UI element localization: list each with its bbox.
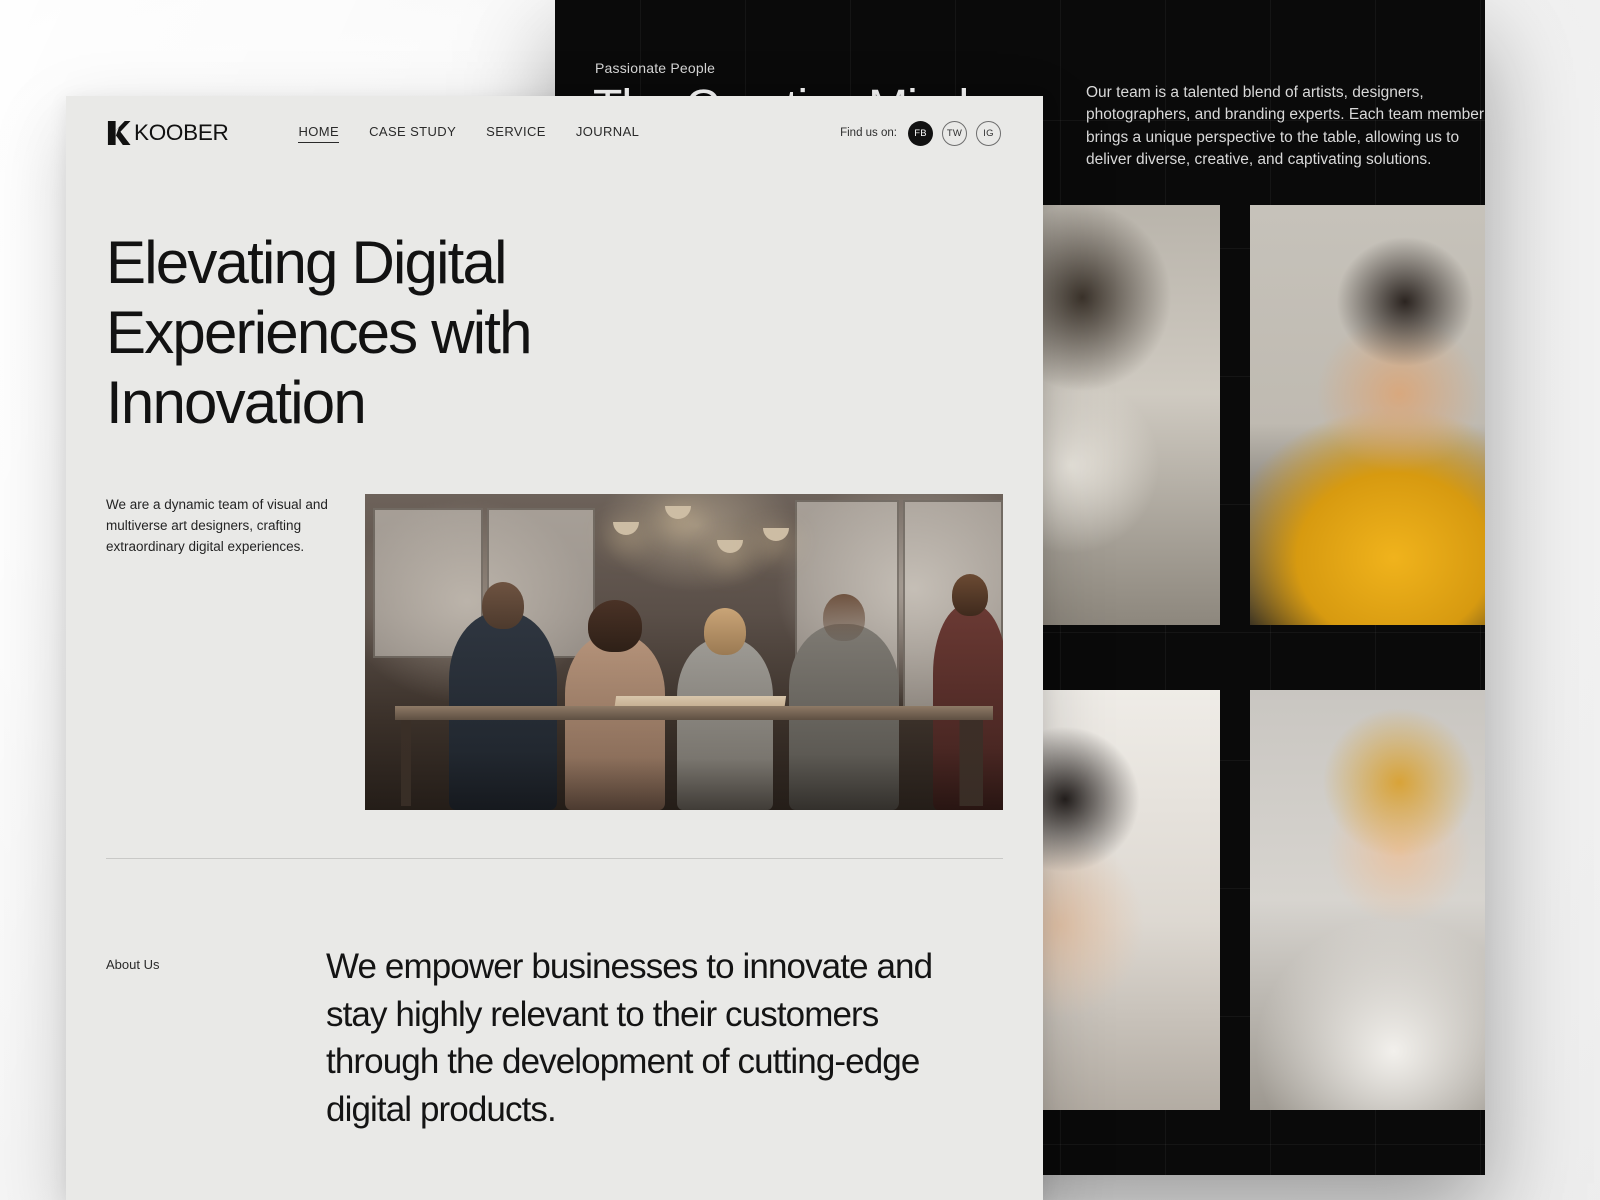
team-member-card[interactable]: Simon Fay Developer [1250, 690, 1485, 1110]
office-meeting-scene [364, 493, 1003, 810]
facebook-icon[interactable]: FB [908, 120, 933, 146]
hero-section: Elevating Digital Experiences with Innov… [66, 170, 1043, 859]
instagram-icon[interactable]: IG [976, 120, 1001, 146]
hero-copy: We are a dynamic team of visual and mult… [106, 496, 328, 554]
team-member-photo [1250, 205, 1485, 625]
find-us-label: Find us on: [840, 127, 897, 139]
site-header: KOOBER HOME CASE STUDY SERVICE JOURNAL F… [66, 96, 1043, 170]
team-panel-body: Our team is a talented blend of artists,… [1086, 84, 1485, 168]
team-member-name: Simon Fay [1250, 1109, 1485, 1110]
scene-table [394, 705, 993, 720]
brand-name: KOOBER [134, 120, 229, 145]
about-section: About Us We empower businesses to innova… [66, 859, 1043, 1135]
twitter-icon[interactable]: TW [942, 120, 967, 146]
nav-link-case-study[interactable]: CASE STUDY [369, 124, 456, 143]
team-member-card[interactable]: Ichiro Wang Art Direction [1250, 205, 1485, 625]
team-panel-eyebrow: Passionate People [595, 60, 716, 76]
nav-link-home[interactable]: HOME [298, 124, 340, 143]
main-nav: HOME CASE STUDY SERVICE JOURNAL [298, 124, 639, 143]
k-logo-icon [107, 120, 131, 146]
team-member-photo [1250, 690, 1485, 1110]
about-text: We empower businesses to innovate and st… [326, 946, 933, 1130]
hero-title: Elevating Digital Experiences with Innov… [106, 229, 533, 437]
nav-link-service[interactable]: SERVICE [486, 124, 546, 143]
scene-table-legs [400, 719, 983, 806]
social-links: Find us on: FB TW IG [840, 120, 1001, 146]
hero-image [364, 493, 1003, 810]
brand-logo[interactable]: KOOBER [106, 120, 229, 146]
nav-link-journal[interactable]: JOURNAL [576, 124, 639, 143]
about-label: About Us [106, 956, 160, 972]
team-member-name: Ichiro Wang [1250, 624, 1485, 625]
site-preview-card: KOOBER HOME CASE STUDY SERVICE JOURNAL F… [66, 96, 1043, 1200]
